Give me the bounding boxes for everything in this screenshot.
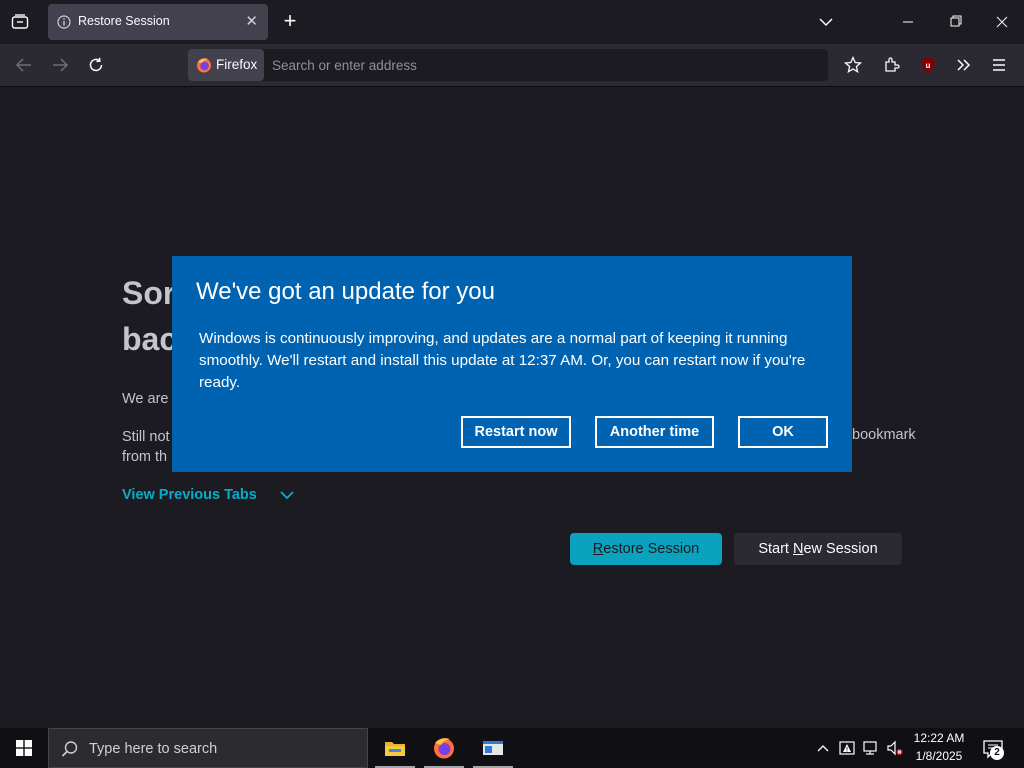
info-icon [57,15,71,29]
dialog-body: Windows is continuously improving, and u… [199,330,806,391]
svg-text:u: u [926,61,931,70]
firefox-icon [434,738,454,759]
chevron-down-icon[interactable] [816,13,836,31]
taskbar: Type here to search ! 12:22 AM 1/8/2025 … [0,728,1024,768]
tab-title: Restore Session [78,14,170,28]
new-tab-icon[interactable]: + [280,10,300,33]
ok-button[interactable]: OK [738,416,828,448]
taskbar-file-explorer[interactable] [371,728,419,768]
firefox-logo-icon [197,58,211,73]
restart-now-button[interactable]: Restart now [461,416,571,448]
show-hidden-icons-chevron-icon[interactable] [814,738,832,758]
overflow-chevron-icon[interactable] [953,54,975,76]
another-time-button[interactable]: Another time [595,416,714,448]
ublock-origin-icon[interactable]: u [917,54,939,76]
new-session-label-post: ew Session [803,541,878,557]
chevron-down-icon[interactable] [278,488,296,502]
description-text: We are [122,391,169,407]
volume-muted-icon[interactable] [886,738,904,758]
instruction-line-1-tail: bookmark [852,427,916,443]
nav-bar: Firefox u [0,44,1024,87]
list-all-tabs-icon[interactable] [8,11,32,33]
window-app-icon [483,741,503,755]
minimize-icon[interactable] [896,12,920,32]
tab-bar: Restore Session ✕ + [0,0,1024,44]
url-bar[interactable]: Firefox [188,49,828,81]
windows-start-icon[interactable] [0,728,48,768]
new-session-label-pre: Start [758,541,793,557]
taskbar-search-box[interactable]: Type here to search [48,728,368,768]
view-previous-tabs-link[interactable]: View Previous Tabs [122,487,257,503]
clock-date[interactable]: 1/8/2025 [908,749,970,763]
clock-time[interactable]: 12:22 AM [908,731,970,745]
tab-close-icon[interactable]: ✕ [245,14,258,30]
file-explorer-icon [385,742,405,756]
back-arrow-icon[interactable] [13,54,35,76]
bookmark-star-icon[interactable] [842,54,864,76]
restore-label-post: estore Session [603,541,700,557]
address-input[interactable] [272,49,792,81]
restore-session-button[interactable]: Restore Session [570,533,722,565]
start-new-session-button[interactable]: Start New Session [734,533,902,565]
close-window-icon[interactable] [990,12,1014,32]
restore-label-accesskey: R [592,541,604,557]
identity-label: Firefox [216,57,258,72]
update-dialog: We've got an update for you Windows is c… [172,256,852,472]
security-warning-icon[interactable]: ! [838,738,856,758]
tab-restore-session[interactable]: Restore Session ✕ [48,4,268,40]
svg-text:!: ! [846,748,848,754]
taskbar-firefox[interactable] [420,728,468,768]
notification-count-badge: 2 [990,746,1004,760]
restore-window-icon[interactable] [944,12,968,32]
taskbar-window-app[interactable] [469,728,517,768]
network-icon[interactable] [862,738,880,758]
new-session-label-accesskey: N [793,541,804,557]
taskbar-search-placeholder: Type here to search [89,741,218,757]
dialog-title: We've got an update for you [196,278,496,305]
identity-box[interactable]: Firefox [188,49,264,81]
reload-icon[interactable] [85,54,107,76]
search-icon [61,741,78,757]
hamburger-menu-icon[interactable] [988,54,1010,76]
extensions-icon[interactable] [881,54,903,76]
forward-arrow-icon[interactable] [49,54,71,76]
